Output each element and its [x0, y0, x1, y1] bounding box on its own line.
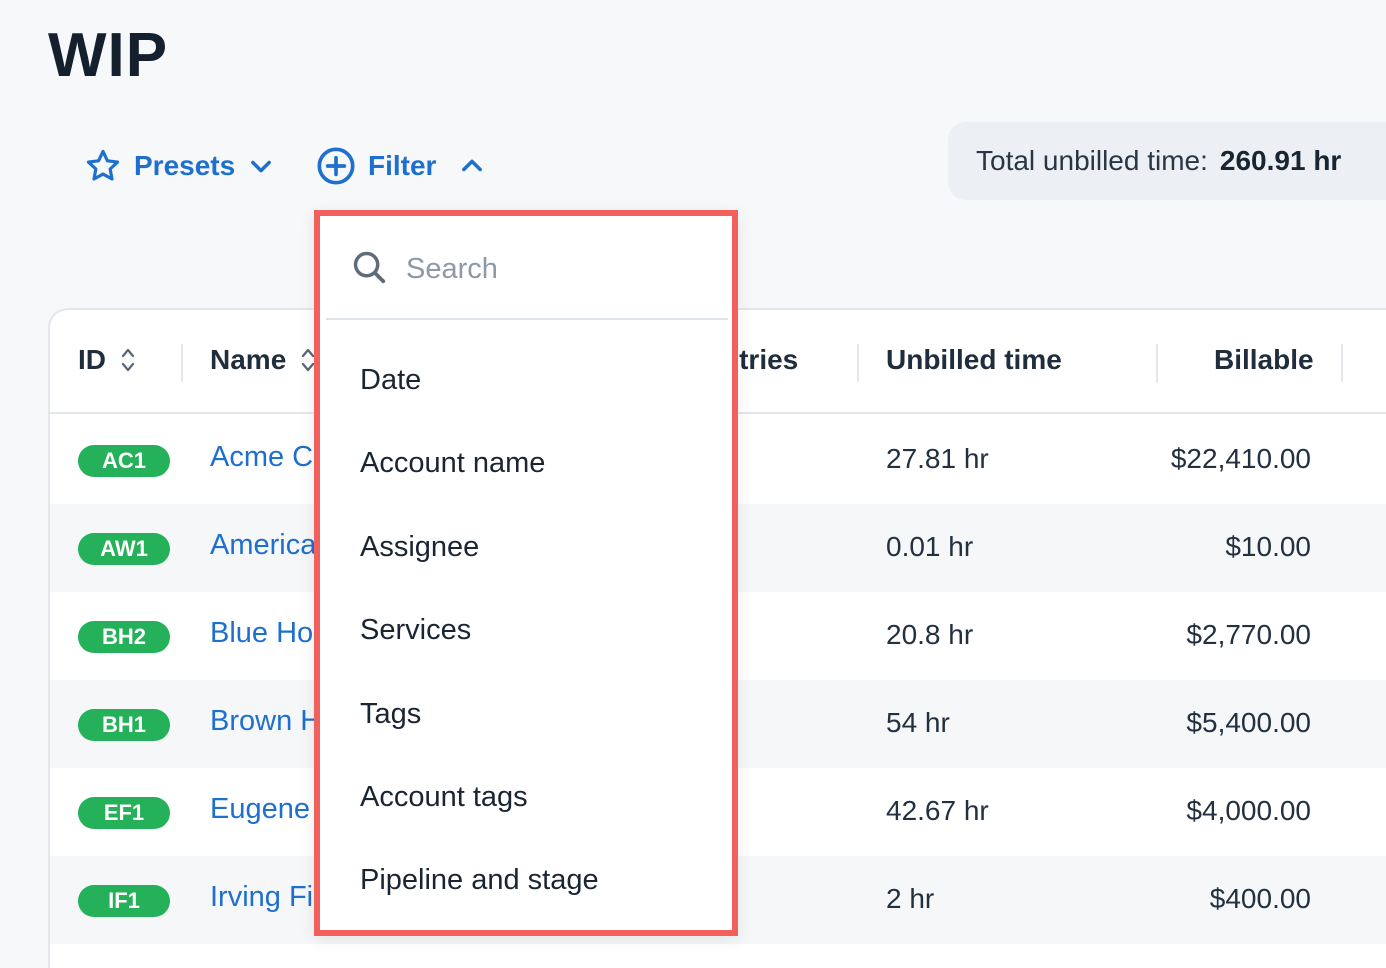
- filter-option-services[interactable]: Services: [360, 614, 471, 647]
- chevron-down-icon: [247, 152, 275, 180]
- billable-cell: $22,410.00: [1170, 443, 1311, 474]
- plus-circle-icon: [316, 146, 356, 186]
- id-badge: EF1: [78, 797, 170, 829]
- column-divider: [1341, 344, 1343, 382]
- filter-search-input[interactable]: [406, 252, 706, 286]
- id-badge: AC1: [78, 445, 170, 477]
- filter-search: [326, 220, 728, 320]
- account-name-link[interactable]: Irving Fis: [210, 881, 320, 914]
- billable-cell: $10.00: [1225, 531, 1311, 562]
- filter-button[interactable]: Filter: [316, 146, 486, 186]
- total-unbilled-label: Total unbilled time:: [976, 145, 1208, 176]
- account-name-link[interactable]: America: [210, 529, 320, 562]
- unbilled-time-cell: 20.8 hr: [886, 619, 974, 650]
- presets-label: Presets: [134, 150, 236, 181]
- total-unbilled-value: 260.91 hr: [1219, 145, 1342, 176]
- unbilled-time-cell: 27.81 hr: [886, 443, 989, 474]
- id-badge: IF1: [78, 885, 170, 917]
- account-name-link[interactable]: Eugene I: [210, 793, 320, 826]
- unbilled-time-cell: 54 hr: [886, 707, 950, 738]
- unbilled-time-cell: 2 hr: [886, 883, 935, 914]
- filter-option-account-name[interactable]: Account name: [360, 447, 545, 480]
- star-icon: [84, 147, 122, 185]
- column-header-id[interactable]: ID: [78, 344, 136, 376]
- billable-cell: $5,400.00: [1186, 707, 1311, 738]
- column-header-billable[interactable]: Billable: [1214, 344, 1314, 376]
- column-header-label: Name: [210, 344, 287, 375]
- id-badge: BH1: [78, 709, 170, 741]
- column-header-label: Unbilled time: [886, 344, 1062, 375]
- billable-cell: $4,000.00: [1186, 795, 1311, 826]
- search-icon: [350, 248, 388, 291]
- column-divider: [857, 344, 859, 382]
- column-header-unbilled-time[interactable]: Unbilled time: [886, 344, 1062, 376]
- column-header-label: ID: [78, 344, 106, 375]
- filter-option-tags[interactable]: Tags: [360, 698, 421, 731]
- billable-cell: $2,770.00: [1186, 619, 1311, 650]
- presets-button[interactable]: Presets: [84, 146, 275, 186]
- column-divider: [181, 344, 183, 382]
- id-badge: BH2: [78, 621, 170, 653]
- filter-dropdown: Date Account name Assignee Services Tags…: [314, 210, 738, 936]
- column-header-label: Billable: [1214, 344, 1314, 375]
- column-header-name[interactable]: Name: [210, 344, 316, 376]
- chevron-up-icon: [458, 152, 486, 180]
- total-unbilled-summary: Total unbilled time: 260.91 hr: [948, 122, 1386, 200]
- column-divider: [1156, 344, 1158, 382]
- filter-option-assignee[interactable]: Assignee: [360, 531, 479, 564]
- account-name-link[interactable]: Blue Hor: [210, 617, 320, 650]
- filter-label: Filter: [368, 150, 437, 181]
- filter-option-date[interactable]: Date: [360, 364, 421, 397]
- account-name-link[interactable]: Acme Co: [210, 441, 320, 474]
- id-badge: AW1: [78, 533, 170, 565]
- unbilled-time-cell: 42.67 hr: [886, 795, 989, 826]
- page-title: WIP: [48, 21, 169, 90]
- billable-cell: $400.00: [1209, 883, 1311, 914]
- filter-option-pipeline-and-stage[interactable]: Pipeline and stage: [360, 864, 599, 897]
- filter-option-account-tags[interactable]: Account tags: [360, 781, 528, 814]
- unbilled-time-cell: 0.01 hr: [886, 531, 974, 562]
- sort-icon: [120, 346, 136, 374]
- account-name-link[interactable]: Brown H: [210, 705, 320, 738]
